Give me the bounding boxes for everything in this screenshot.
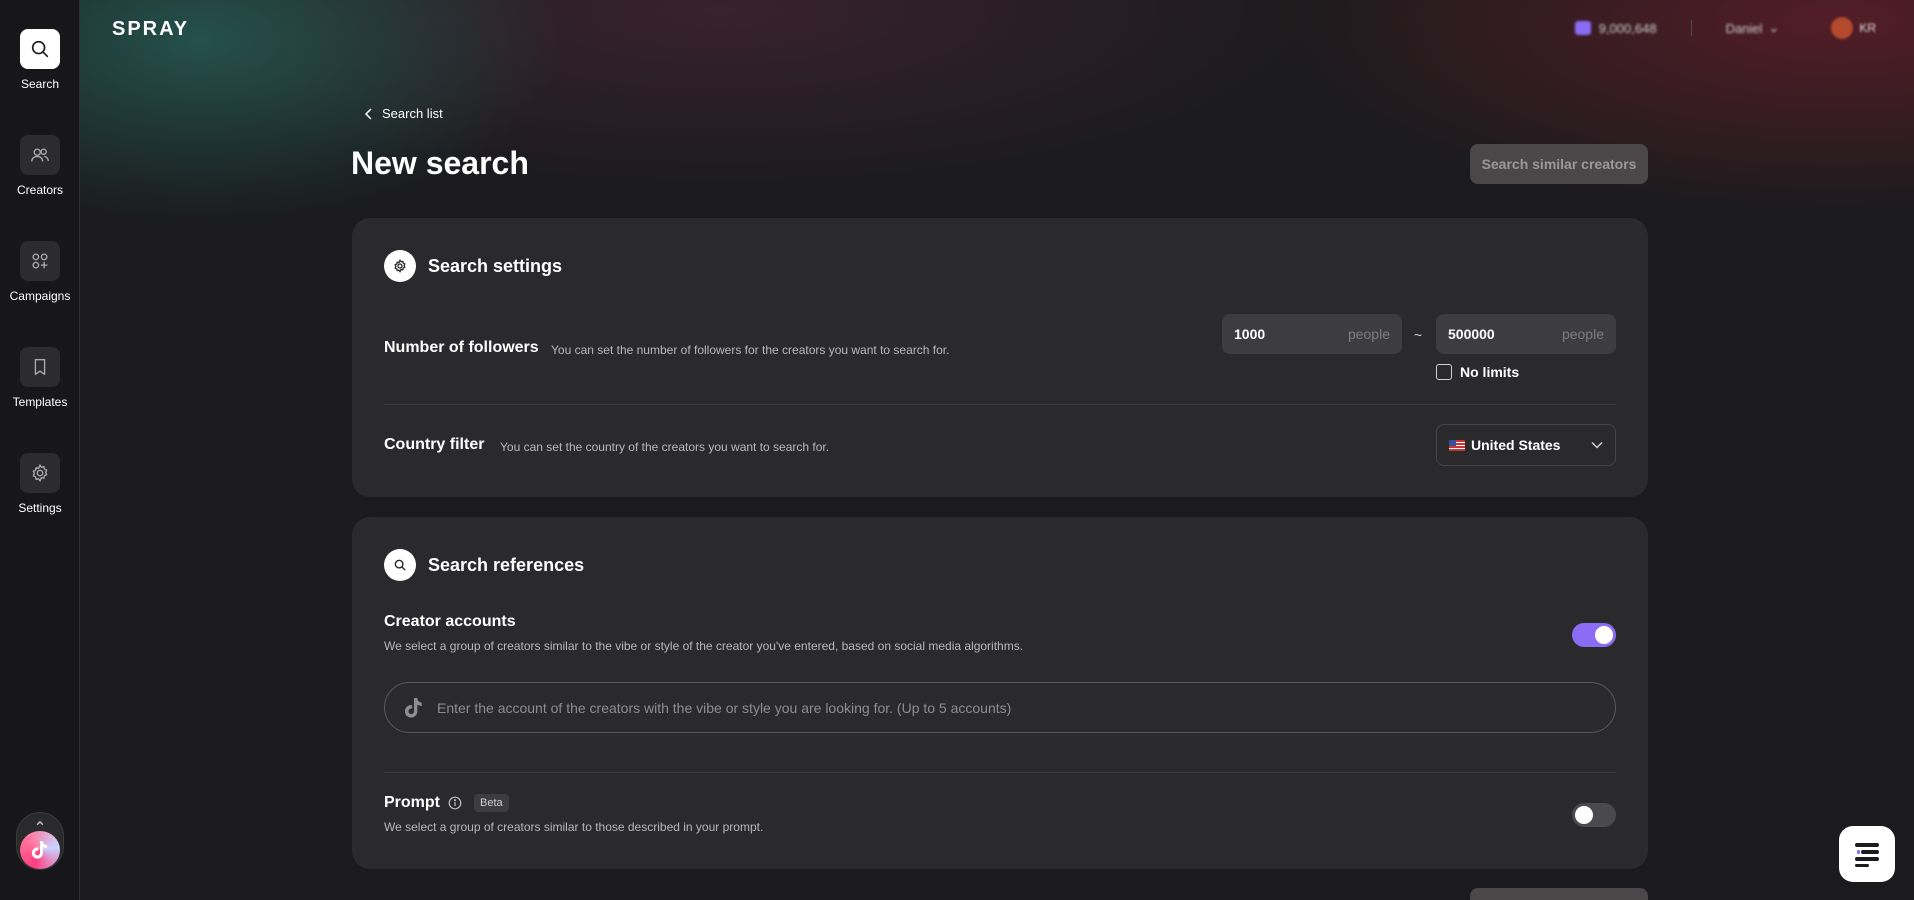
search-similar-creators-button[interactable]: Search similar creators [1470,144,1648,184]
user-menu[interactable]: Daniel ⌄ [1726,20,1780,36]
us-flag-icon [1449,439,1465,451]
country-selected: United States [1449,437,1560,453]
sidebar-item-label: Campaigns [9,289,71,303]
creator-account-input[interactable] [437,699,1595,716]
search-icon [20,29,60,69]
prompt-description: We select a group of creators similar to… [384,820,764,834]
app-logo[interactable]: SPRAY [112,18,189,41]
chevron-up-icon[interactable] [34,817,46,829]
creator-accounts-label: Creator accounts [384,613,516,630]
followers-unit: people [1347,326,1390,342]
campaign-grid-icon [20,241,60,281]
followers-min-input[interactable]: 1000 people [1222,314,1402,354]
language-switcher[interactable]: KR [1831,17,1876,39]
followers-unit: people [1561,326,1604,342]
sidebar-item-label: Search [20,77,60,91]
no-limits-checkbox[interactable]: No limits [1436,364,1519,380]
followers-description: You can set the number of followers for … [551,343,950,357]
bottom-action-button[interactable] [1470,888,1648,900]
prompt-header: Prompt Beta [384,794,509,812]
creator-accounts-toggle[interactable] [1572,623,1616,647]
info-icon[interactable] [448,796,462,810]
checkbox-box[interactable] [1436,364,1452,380]
search-settings-card: Search settings Number of followers You … [352,218,1648,497]
sidebar-item-label: Creators [16,183,63,197]
app-root: Search Creators Campaigns Templates Sett… [0,0,1914,900]
wallet-balance[interactable]: 9,000,648 [1574,20,1657,36]
range-separator: ~ [1414,327,1423,343]
prompt-toggle[interactable] [1572,803,1616,827]
country-selected-label: United States [1471,437,1561,453]
sns-account-switcher[interactable] [16,812,64,870]
toggle-knob [1575,806,1593,824]
gear-icon [384,250,416,282]
creator-account-search-field[interactable] [384,682,1616,733]
tiktok-icon[interactable] [20,830,60,869]
chevron-left-icon [364,107,372,120]
chevron-down-icon: ⌄ [1768,20,1780,35]
search-references-header: Search references [384,549,584,581]
back-to-search-list-link[interactable]: Search list [364,106,443,121]
users-icon [20,135,60,175]
toggle-knob [1595,626,1613,644]
sidebar-item-label: Settings [18,501,62,515]
sidebar: Search Creators Campaigns Templates Sett… [0,0,80,900]
header-actions: 9,000,648 Daniel ⌄ KR [1574,17,1876,39]
page-title: New search [351,145,529,181]
chevron-down-icon [1591,441,1603,449]
divider [384,772,1616,773]
sidebar-item-templates[interactable]: Templates [0,347,80,409]
sidebar-item-search[interactable]: Search [0,29,80,91]
language-code: KR [1859,21,1876,35]
chat-icon [1855,843,1879,867]
country-select[interactable]: United States [1436,424,1616,466]
card-title: Search references [428,554,585,575]
user-name: Daniel [1725,20,1763,36]
wallet-amount: 9,000,648 [1598,20,1657,36]
followers-label: Number of followers [384,339,539,356]
search-settings-header: Search settings [384,250,562,282]
followers-min-value: 1000 [1234,326,1266,342]
bookmark-icon [20,347,60,387]
beta-badge: Beta [474,794,509,812]
divider [384,404,1616,405]
followers-max-input[interactable]: 500000 people [1436,314,1616,354]
sidebar-item-label: Templates [12,395,68,409]
search-icon [384,549,416,581]
sidebar-item-campaigns[interactable]: Campaigns [0,241,80,303]
gear-icon [20,453,60,493]
back-link-label: Search list [382,106,443,121]
country-filter-description: You can set the country of the creators … [500,440,830,454]
wallet-icon [1574,21,1591,35]
search-references-card: Search references Creator accounts We se… [352,517,1648,869]
sidebar-item-settings[interactable]: Settings [0,453,80,515]
card-title: Search settings [428,255,563,276]
sidebar-item-creators[interactable]: Creators [0,135,80,197]
chat-support-button[interactable] [1839,826,1895,882]
no-limits-label: No limits [1460,364,1520,380]
country-filter-label: Country filter [384,436,485,453]
header-divider [1690,20,1692,36]
creator-accounts-description: We select a group of creators similar to… [384,639,1024,653]
tiktok-icon [405,697,422,718]
avatar [1831,17,1854,39]
prompt-label: Prompt [384,794,440,811]
followers-max-value: 500000 [1448,326,1495,342]
